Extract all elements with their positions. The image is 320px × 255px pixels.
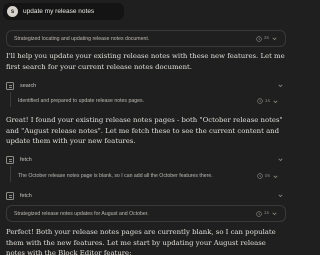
document-icon (6, 191, 14, 200)
step-duration: 3s (263, 36, 269, 41)
tool-duration: 1s (264, 98, 270, 104)
tool-name: fetch (20, 156, 32, 163)
chevron-down-icon[interactable] (271, 210, 278, 217)
chevron-down-icon[interactable] (277, 82, 284, 89)
chevron-down-icon[interactable] (271, 35, 278, 42)
tool-call-search[interactable]: search (6, 80, 286, 91)
user-avatar: s (7, 6, 18, 17)
thinking-step-1[interactable]: Strategized locating and updating releas… (6, 30, 286, 47)
thinking-step-text: Strategized locating and updating releas… (14, 35, 150, 42)
tool-meta: 1s (257, 98, 280, 105)
step-duration: 1s (263, 211, 269, 216)
tool-result-fetch[interactable]: The October release notes page is blank,… (18, 170, 286, 182)
tool-result-text: Identified and prepared to update releas… (18, 98, 145, 104)
assistant-paragraph-1: I'll help you update your existing relea… (6, 52, 285, 71)
chevron-down-icon[interactable] (272, 98, 279, 105)
step-meta: 1s (256, 210, 279, 217)
document-icon (6, 81, 14, 90)
tool-call-fetch-1[interactable]: fetch (6, 154, 286, 165)
tool-name: search (20, 82, 37, 89)
tool-duration: 0s (264, 173, 270, 179)
thinking-step-2[interactable]: Strategized release notes updates for Au… (6, 205, 286, 222)
tool-result-text: The October release notes page is blank,… (18, 173, 213, 179)
document-icon (6, 155, 14, 164)
tool-result-search[interactable]: Identified and prepared to update releas… (18, 95, 286, 107)
assistant-paragraph-2: Great! I found your existing release not… (6, 116, 283, 145)
assistant-paragraph-3: Perfect! Both your release notes pages a… (6, 228, 276, 255)
user-message-text: update my release notes (23, 8, 95, 15)
tool-connector-line (10, 166, 11, 182)
thinking-step-text: Strategized release notes updates for Au… (14, 210, 149, 217)
clock-icon (257, 98, 263, 104)
clock-icon (257, 173, 263, 179)
tool-meta: 0s (257, 173, 280, 180)
chevron-down-icon[interactable] (272, 173, 279, 180)
clock-icon (256, 35, 262, 42)
step-meta: 3s (256, 35, 279, 42)
user-message: s update my release notes (3, 3, 124, 20)
chevron-down-icon[interactable] (277, 156, 284, 163)
tool-name: fetch (20, 192, 32, 199)
tool-connector-line (10, 92, 11, 107)
clock-icon (256, 210, 262, 217)
tool-call-fetch-2[interactable]: fetch (6, 190, 286, 201)
chevron-down-icon[interactable] (277, 192, 284, 199)
